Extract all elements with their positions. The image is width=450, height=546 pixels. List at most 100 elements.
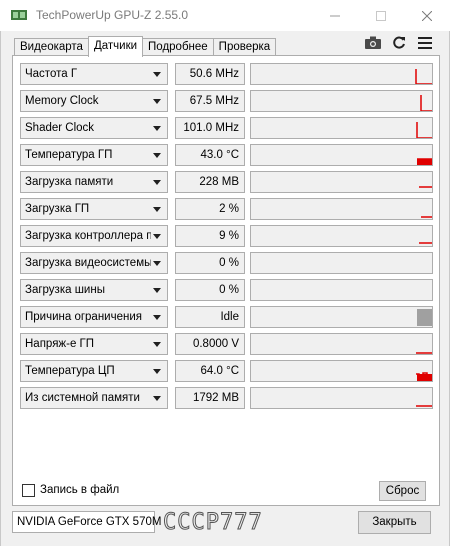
sensor-label: Из системной памяти <box>25 392 140 404</box>
sensor-label: Температура ГП <box>25 149 113 161</box>
chevron-down-icon <box>153 180 161 185</box>
chevron-down-icon <box>153 207 161 212</box>
sensor-value: 0.8000 V <box>175 333 245 355</box>
sensor-row: Загрузка видеосистемы 0 % <box>20 252 433 274</box>
sensor-graph[interactable] <box>250 279 433 301</box>
sensor-label: Температура ЦП <box>25 365 115 377</box>
sensor-label: Загрузка памяти <box>25 176 114 188</box>
chevron-down-icon <box>153 288 161 293</box>
watermark-logo: CCCP777 <box>163 510 263 536</box>
chevron-down-icon <box>153 99 161 104</box>
close-icon <box>422 10 432 21</box>
sensor-value: 0 % <box>175 279 245 301</box>
sensor-label: Shader Clock <box>25 122 95 134</box>
sensor-row: Загрузка контроллера памяти 9 % <box>20 225 433 247</box>
chevron-down-icon <box>153 342 161 347</box>
limit-bar <box>417 309 432 326</box>
sensor-value: 9 % <box>175 225 245 247</box>
gpu-z-app-icon <box>11 8 27 22</box>
sensor-label: Загрузка видеосистемы <box>25 257 151 269</box>
sensor-select-dropdown[interactable]: Температура ГП <box>20 144 168 166</box>
minimize-icon <box>330 15 340 16</box>
sensor-select-dropdown[interactable]: Загрузка контроллера памяти <box>20 225 168 247</box>
sensor-graph[interactable] <box>250 171 433 193</box>
sensor-select-dropdown[interactable]: Частота Г <box>20 63 168 85</box>
sensor-select-dropdown[interactable]: Загрузка памяти <box>20 171 168 193</box>
sensor-graph[interactable] <box>250 387 433 409</box>
sensors-panel: Частота Г 50.6 MHz Memory Clock 67.5 MHz Sha… <box>12 55 440 506</box>
maximize-button[interactable] <box>358 0 404 31</box>
chevron-down-icon <box>153 153 161 158</box>
camera-icon[interactable] <box>364 35 382 51</box>
log-to-file-label[interactable]: Запись в файл <box>40 484 119 496</box>
sensor-select-dropdown[interactable]: Напряж-е ГП <box>20 333 168 355</box>
reset-button[interactable]: Сброс <box>379 481 426 501</box>
sensor-graph[interactable] <box>250 144 433 166</box>
maximize-icon <box>376 10 386 21</box>
refresh-icon[interactable] <box>390 35 408 51</box>
sensor-value: 43.0 °C <box>175 144 245 166</box>
sensor-row: Причина ограничения Idle <box>20 306 433 328</box>
sensor-select-dropdown[interactable]: Загрузка шины <box>20 279 168 301</box>
chevron-down-icon <box>153 261 161 266</box>
sensor-row: Загрузка шины 0 % <box>20 279 433 301</box>
sensor-label: Загрузка шины <box>25 284 105 296</box>
sensor-value: 67.5 MHz <box>175 90 245 112</box>
toolbar <box>364 34 434 51</box>
sensor-graph[interactable] <box>250 306 433 328</box>
sensor-row: Частота Г 50.6 MHz <box>20 63 433 85</box>
gpu-select-dropdown[interactable]: NVIDIA GeForce GTX 570M <box>12 511 161 533</box>
sensor-graph[interactable] <box>250 360 433 382</box>
minimize-button[interactable] <box>312 0 358 31</box>
sensor-label: Загрузка контроллера памяти <box>25 230 151 242</box>
title-bar: TechPowerUp GPU-Z 2.55.0 <box>0 0 450 31</box>
sensor-row: Температура ЦП 64.0 °C <box>20 360 433 382</box>
sensor-graph[interactable] <box>250 333 433 355</box>
sensor-select-dropdown[interactable]: Загрузка ГП <box>20 198 168 220</box>
sensor-select-dropdown[interactable]: Shader Clock <box>20 117 168 139</box>
sensor-value: 228 MB <box>175 171 245 193</box>
sensor-select-dropdown[interactable]: Причина ограничения <box>20 306 168 328</box>
sensor-row: Загрузка ГП 2 % <box>20 198 433 220</box>
sensor-value: 0 % <box>175 252 245 274</box>
gpu-name: NVIDIA GeForce GTX 570M <box>17 516 162 528</box>
chevron-down-icon <box>153 396 161 401</box>
sensor-row: Загрузка памяти 228 MB <box>20 171 433 193</box>
sensor-label: Напряж-е ГП <box>25 338 95 350</box>
sensor-graph[interactable] <box>250 252 433 274</box>
log-to-file-checkbox[interactable] <box>22 484 35 497</box>
sensor-value: 2 % <box>175 198 245 220</box>
sensor-select-dropdown[interactable]: Из системной памяти <box>20 387 168 409</box>
sensor-label: Частота Г <box>25 68 78 80</box>
tab-sensors[interactable]: Датчики <box>87 36 144 57</box>
sensor-value: 101.0 MHz <box>175 117 245 139</box>
chevron-down-icon <box>153 72 161 77</box>
sensor-label: Memory Clock <box>25 95 99 107</box>
sensor-row: Напряж-е ГП 0.8000 V <box>20 333 433 355</box>
sensor-row: Из системной памяти 1792 MB <box>20 387 433 409</box>
window-title: TechPowerUp GPU-Z 2.55.0 <box>36 8 189 22</box>
sensor-select-dropdown[interactable]: Загрузка видеосистемы <box>20 252 168 274</box>
graph-line <box>415 69 432 84</box>
chevron-down-icon <box>153 126 161 131</box>
close-window-button[interactable] <box>404 0 450 31</box>
sensor-value: 50.6 MHz <box>175 63 245 85</box>
sensor-graph[interactable] <box>250 198 433 220</box>
sensor-row: Температура ГП 43.0 °C <box>20 144 433 166</box>
sensor-select-dropdown[interactable]: Температура ЦП <box>20 360 168 382</box>
hamburger-menu-icon[interactable] <box>416 35 434 51</box>
sensor-row: Memory Clock 67.5 MHz <box>20 90 433 112</box>
close-button[interactable]: Закрыть <box>358 511 431 534</box>
chevron-down-icon <box>153 369 161 374</box>
sensor-graph[interactable] <box>250 225 433 247</box>
sensor-graph[interactable] <box>250 90 433 112</box>
sensor-value: 64.0 °C <box>175 360 245 382</box>
sensor-select-dropdown[interactable]: Memory Clock <box>20 90 168 112</box>
sensor-label: Причина ограничения <box>25 311 142 323</box>
sensor-graph[interactable] <box>250 117 433 139</box>
sensor-graph[interactable] <box>250 63 433 85</box>
graph-line <box>420 95 432 111</box>
graph-fill <box>417 159 432 165</box>
chevron-down-icon <box>153 315 161 320</box>
sensor-value: 1792 MB <box>175 387 245 409</box>
